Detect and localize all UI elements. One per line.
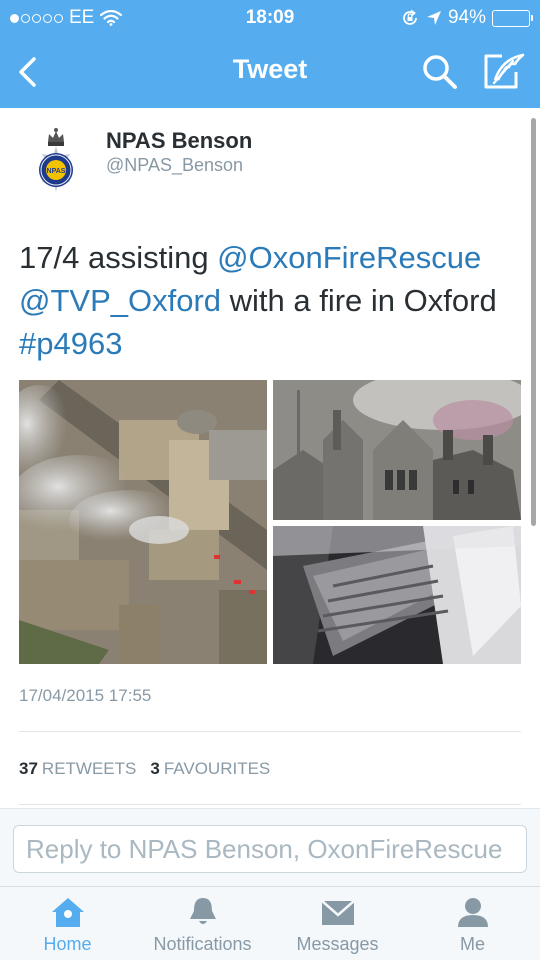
person-icon [457,898,488,927]
favourites-count: 3 [150,759,160,778]
tweet-detail: NPAS NPAS Benson @NPAS_Benson 17/4 assis… [0,108,540,808]
tab-me[interactable]: Me [405,887,540,960]
tab-notifications-label: Notifications [153,934,252,954]
bell-icon [189,898,216,924]
retweets-label: RETWEETS [41,759,137,778]
tweet-timestamp: 17/04/2015 17:55 [19,686,152,705]
divider [19,804,521,805]
tweet-photo-thermal[interactable] [273,526,521,664]
retweets-stat[interactable]: 37 RETWEETS [19,759,136,779]
envelope-icon [320,900,355,925]
mention-link-oxonfirerescue[interactable]: @OxonFireRescue [217,240,481,275]
tweet-photo-aerial[interactable] [19,380,267,664]
divider [19,731,521,732]
tab-notifications[interactable]: Notifications [135,887,270,960]
home-icon [51,898,84,927]
author-name[interactable]: NPAS Benson [106,128,252,154]
tweet-text: 17/4 assisting @OxonFireRescue @TVP_Oxfor… [19,236,519,365]
wifi-icon [100,10,123,26]
avatar[interactable]: NPAS [18,126,94,202]
tweet-text-prefix: 17/4 assisting [19,240,218,275]
avatar-badge-text: NPAS [47,168,66,175]
favourites-label: FAVOURITES [163,759,271,778]
tweet-photo-burning-roof[interactable] [273,380,521,520]
signal-strength-icon [10,13,63,23]
tab-bar: Home Notifications Messages Me [0,886,540,960]
crown-icon [48,128,64,146]
retweets-count: 37 [19,759,38,778]
compose-icon[interactable] [480,50,526,92]
reply-bar [0,808,540,886]
hashtag-link[interactable]: #p4963 [19,326,122,361]
location-arrow-icon [426,11,441,25]
carrier-name: EE [69,7,95,28]
battery-percent: 94% [447,7,486,28]
tweet-stats: 37 RETWEETS 3 FAVOURITES [19,759,270,779]
navigation-bar: Tweet [0,36,540,108]
tweet-detail-screen: EE 18:09 94% Tweet NPAS NPAS Benson @NPA… [0,0,540,960]
reply-input[interactable] [13,825,527,873]
tab-me-label: Me [459,934,485,954]
author-handle[interactable]: @NPAS_Benson [106,155,243,176]
tab-home-label: Home [43,934,92,954]
favourites-stat[interactable]: 3 FAVOURITES [150,759,270,779]
mention-link-tvp-oxford[interactable]: @TVP_Oxford [19,283,221,318]
battery-icon [492,9,533,27]
tweet-text-middle: with a fire in Oxford [221,283,497,318]
status-left: EE [10,7,123,29]
tab-messages[interactable]: Messages [270,887,405,960]
chevron-left-icon[interactable] [10,52,50,92]
tab-messages-label: Messages [296,934,379,954]
status-right: 94% [400,7,533,29]
search-icon[interactable] [418,50,460,92]
status-bar: EE 18:09 94% [0,0,540,36]
scrollbar[interactable] [531,118,536,526]
tab-home[interactable]: Home [0,887,135,960]
orientation-lock-icon [403,9,417,25]
